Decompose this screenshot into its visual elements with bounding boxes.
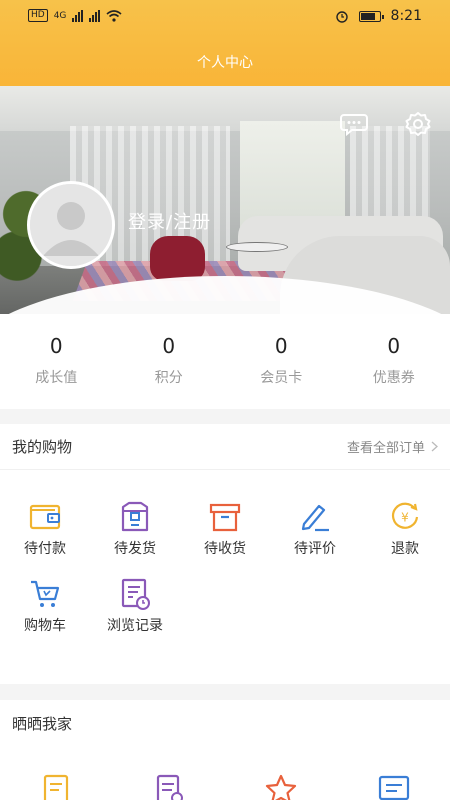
- section-title: 晒晒我家: [12, 714, 73, 733]
- stat-label: 成长值: [35, 370, 78, 386]
- view-all-orders-label: 查看全部订单: [346, 441, 425, 456]
- cell-label: 待收货: [204, 541, 246, 557]
- stat-points[interactable]: 0 积分: [113, 314, 226, 409]
- box-icon: [208, 500, 242, 534]
- history-icon: [118, 577, 152, 611]
- banner-actions: [340, 110, 432, 138]
- cell-label: 待评价: [294, 541, 336, 557]
- refund-button[interactable]: ¥ 退款: [360, 470, 450, 563]
- chevron-right-icon: [431, 441, 438, 452]
- home-list-button[interactable]: [113, 746, 226, 800]
- pending-shipment-button[interactable]: 待发货: [90, 470, 180, 563]
- signal-2-icon: [89, 9, 101, 22]
- stat-label: 优惠券: [372, 370, 415, 386]
- stat-member-card[interactable]: 0 会员卡: [225, 314, 338, 409]
- top-header: HD 4G 8:21 个人中心: [0, 0, 450, 90]
- section-title: 我的购物: [12, 438, 73, 456]
- section-header: 晒晒我家: [0, 700, 450, 746]
- section-header: 我的购物 查看全部订单: [0, 424, 450, 470]
- star-icon: [264, 772, 298, 800]
- home-favorite-button[interactable]: [225, 746, 338, 800]
- view-all-orders-link[interactable]: 查看全部订单: [347, 437, 438, 456]
- show-my-home-section: 晒晒我家: [0, 700, 450, 800]
- stat-value: 0: [387, 334, 401, 358]
- network-type: 4G: [53, 10, 67, 21]
- message-icon[interactable]: [340, 110, 368, 138]
- stat-label: 会员卡: [260, 370, 303, 386]
- browse-history-button[interactable]: 浏览记录: [90, 563, 180, 656]
- wallet-icon: [28, 500, 62, 534]
- cell-label: 待付款: [24, 541, 66, 557]
- wifi-icon: [106, 9, 122, 22]
- signal-icon: [72, 9, 84, 22]
- my-shopping-section: 我的购物 查看全部订单 待付款 待发货 待收货 待评价 ¥ 退款 购物车 浏览记…: [0, 424, 450, 684]
- battery-icon: [358, 10, 384, 22]
- stat-value: 0: [49, 334, 63, 358]
- stat-label: 积分: [154, 370, 183, 386]
- cell-label: 待发货: [114, 541, 156, 557]
- cart-icon: [28, 577, 62, 611]
- alarm-icon: [335, 11, 348, 23]
- cart-button[interactable]: 购物车: [0, 563, 90, 656]
- home-comment-button[interactable]: [338, 746, 450, 800]
- status-bar: HD 4G 8:21: [0, 0, 450, 34]
- list-icon: [152, 772, 186, 800]
- package-icon: [118, 500, 152, 534]
- svg-text:¥: ¥: [401, 511, 409, 525]
- stat-value: 0: [162, 334, 176, 358]
- stat-growth[interactable]: 0 成长值: [0, 314, 113, 409]
- stat-value: 0: [274, 334, 288, 358]
- pending-receipt-button[interactable]: 待收货: [180, 470, 270, 563]
- gear-icon[interactable]: [404, 110, 432, 138]
- stat-coupon[interactable]: 0 优惠券: [338, 314, 450, 409]
- pending-review-button[interactable]: 待评价: [270, 470, 360, 563]
- cell-label: 浏览记录: [107, 618, 163, 634]
- status-time: 8:21: [390, 8, 422, 24]
- note-icon: [39, 772, 73, 800]
- page-title: 个人中心: [197, 55, 253, 71]
- cell-label: 购物车: [24, 618, 66, 634]
- stats-row: 0 成长值 0 积分 0 会员卡 0 优惠券: [0, 314, 450, 409]
- cell-label: 退款: [391, 541, 419, 557]
- pen-icon: [298, 500, 332, 534]
- pending-payment-button[interactable]: 待付款: [0, 470, 90, 563]
- comment-icon: [377, 772, 411, 800]
- home-note-button[interactable]: [0, 746, 113, 800]
- refund-icon: ¥: [388, 500, 422, 534]
- hd-icon: HD: [28, 9, 48, 22]
- login-register-link[interactable]: 登录/注册: [128, 208, 211, 234]
- avatar[interactable]: [27, 181, 115, 269]
- order-shortcuts: 待付款 待发货 待收货 待评价 ¥ 退款 购物车 浏览记录: [0, 470, 450, 656]
- home-shortcuts: [0, 746, 450, 800]
